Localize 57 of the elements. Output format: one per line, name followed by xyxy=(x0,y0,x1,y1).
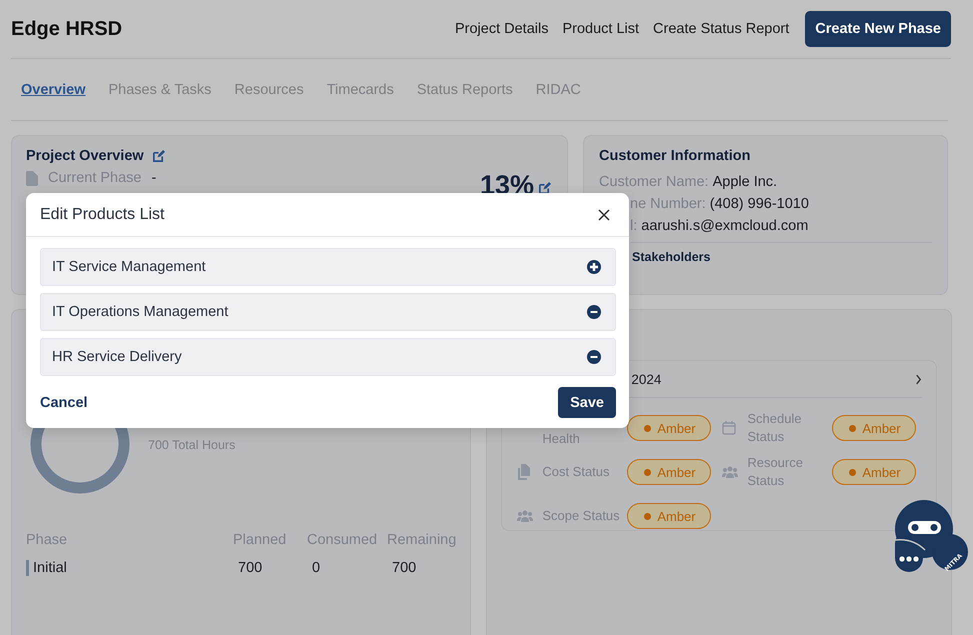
column-header: Phase xyxy=(26,532,68,548)
product-item[interactable]: HR Service Delivery xyxy=(40,338,616,376)
card-title: Customer Information xyxy=(599,148,752,164)
report-period: 2024 xyxy=(631,372,662,386)
save-button[interactable]: Save xyxy=(558,387,616,418)
status-badge: Amber xyxy=(832,415,916,441)
people-icon xyxy=(722,466,738,478)
table-cell-text: 0 xyxy=(311,560,322,576)
product-item[interactable]: IT Operations Management xyxy=(40,293,616,331)
nav-link[interactable]: Project Details xyxy=(454,21,548,37)
people-icon xyxy=(517,510,534,522)
field-value: (408) 996-1010 xyxy=(710,196,809,212)
status-badge: Amber xyxy=(627,415,711,441)
field-value: Apple Inc. xyxy=(712,174,778,190)
status-label: Schedule Status xyxy=(747,410,803,446)
product-name: IT Service Management xyxy=(52,259,206,275)
edit-icon[interactable] xyxy=(152,150,165,162)
edit-icon[interactable] xyxy=(538,182,551,195)
document-icon xyxy=(26,170,38,186)
current-phase-label: Current Phase xyxy=(48,170,142,186)
remove-icon[interactable] xyxy=(587,350,601,364)
column-header: Consumed xyxy=(307,532,378,548)
field-value: aarushi.s@exmcloud.com xyxy=(641,218,808,234)
status-label: Cost Status xyxy=(542,463,611,481)
table-cell: Initial xyxy=(26,560,233,576)
nav-link[interactable]: Product List xyxy=(562,21,640,37)
tab[interactable]: Overview xyxy=(21,82,86,98)
status-label: Health xyxy=(542,430,581,448)
column-header: Remaining xyxy=(387,532,456,548)
create-phase-button[interactable]: Create New Phase xyxy=(805,11,951,47)
status-badge: Amber xyxy=(627,459,711,485)
table-cell-text: 700 xyxy=(237,560,264,576)
product-name: HR Service Delivery xyxy=(52,349,182,365)
documents-icon xyxy=(517,464,532,480)
close-icon[interactable] xyxy=(598,208,610,220)
project-title: Edge HRSD xyxy=(11,18,122,40)
status-label: Scope Status xyxy=(542,507,621,525)
nav-link[interactable]: Create Status Report xyxy=(653,21,790,37)
remove-icon[interactable] xyxy=(587,305,601,319)
field-label: ne Number: xyxy=(630,196,706,212)
status-badge: Amber xyxy=(832,459,916,485)
card-title: Project Overview xyxy=(26,148,144,164)
status-badge: Amber xyxy=(627,503,711,529)
column-header: Planned xyxy=(233,532,288,548)
field-label: l: xyxy=(630,218,638,234)
add-icon[interactable] xyxy=(587,260,601,274)
product-name: IT Operations Management xyxy=(52,304,228,320)
status-label: Resource Status xyxy=(747,454,804,490)
current-phase-value: - xyxy=(152,170,156,186)
product-item[interactable]: IT Service Management xyxy=(40,248,616,286)
total-hours: 700 Total Hours xyxy=(148,438,236,452)
table-cell-text: 700 xyxy=(391,560,418,576)
chevron-right-icon[interactable] xyxy=(915,374,922,384)
dialog-title: Edit Products List xyxy=(40,206,164,224)
calendar-icon xyxy=(722,421,736,435)
cancel-link[interactable]: Cancel xyxy=(40,394,88,410)
field-label: Customer Name: xyxy=(599,174,709,190)
